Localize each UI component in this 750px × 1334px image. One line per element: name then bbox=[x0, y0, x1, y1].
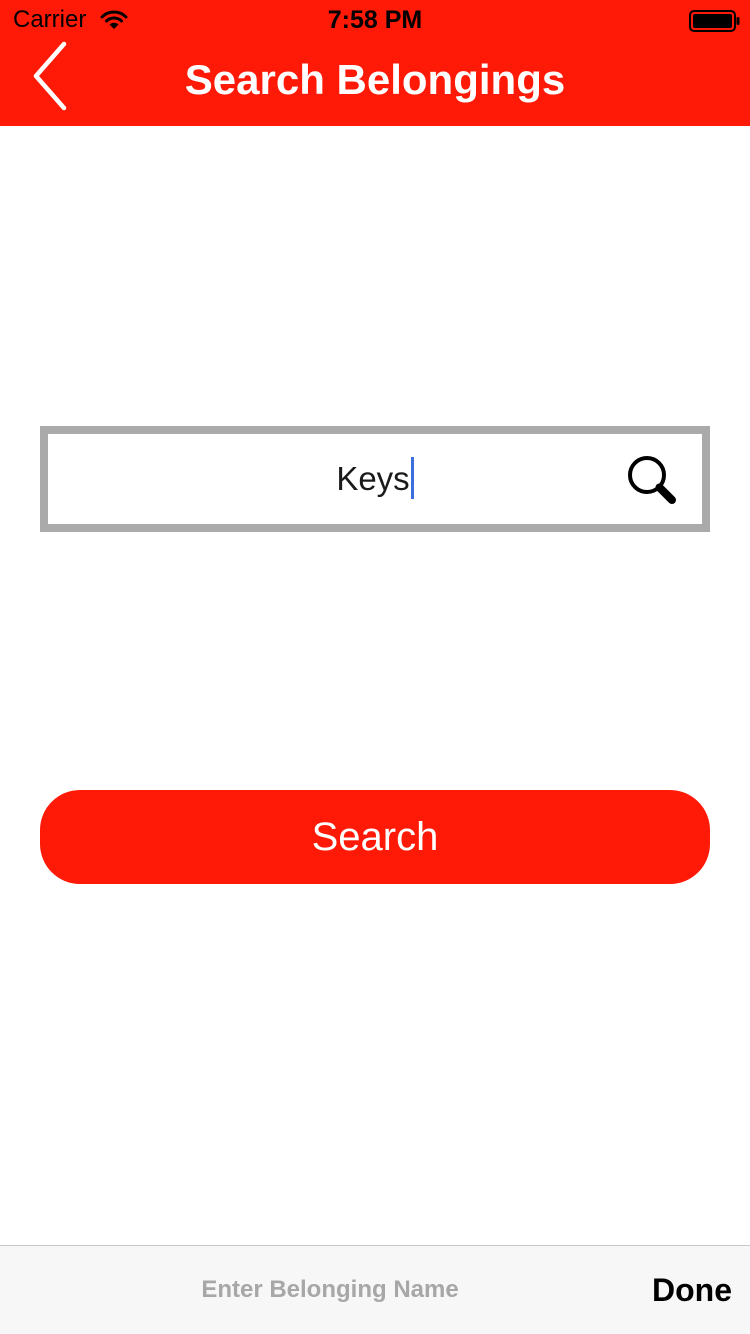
search-input[interactable]: Keys bbox=[40, 426, 710, 532]
text-caret bbox=[410, 457, 414, 500]
keyboard-accessory-bar: Enter Belonging Name Done bbox=[0, 1245, 750, 1334]
battery-full-icon bbox=[689, 10, 741, 32]
search-input-text-wrap[interactable]: Keys bbox=[48, 434, 702, 524]
header: Carrier 7:58 PM Search Belongings bbox=[0, 0, 750, 126]
status-time: 7:58 PM bbox=[327, 6, 423, 34]
status-bar: Carrier 7:58 PM bbox=[0, 0, 750, 40]
accessory-placeholder: Enter Belonging Name bbox=[201, 1276, 459, 1303]
search-button[interactable]: Search bbox=[40, 790, 710, 884]
search-icon[interactable] bbox=[626, 454, 678, 506]
search-input-value[interactable]: Keys bbox=[336, 460, 409, 497]
page-title: Search Belongings bbox=[184, 56, 566, 103]
done-button[interactable]: Done bbox=[652, 1246, 732, 1334]
screen: Carrier 7:58 PM Search Belongings Keys S… bbox=[0, 0, 750, 1334]
